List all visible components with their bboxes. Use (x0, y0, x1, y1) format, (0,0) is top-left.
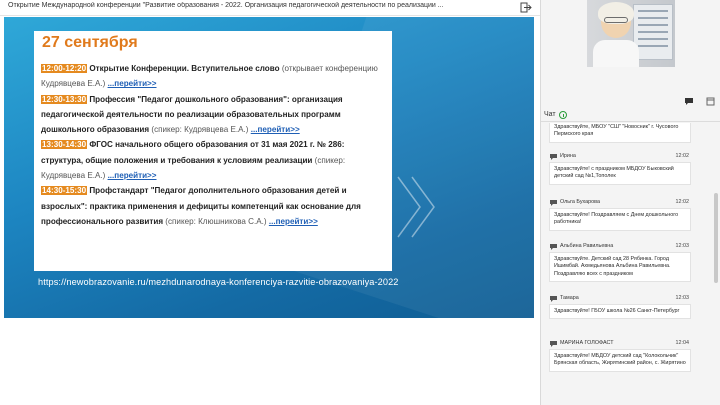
chat-message-text: Здравствуйте! с праздником МБДОУ Быковск… (549, 162, 691, 185)
speaker-glasses (604, 17, 628, 23)
chat-message-header: Тамара 12:03 (549, 295, 691, 304)
chat-header: Чат (541, 110, 720, 122)
schedule-link[interactable]: ...перейти>> (108, 79, 157, 88)
schedule-link[interactable]: ...перейти>> (251, 125, 300, 134)
chat-scroll-thumb[interactable] (714, 193, 718, 283)
chat-message-header: Ольга Бухарова 12:02 (549, 199, 691, 208)
schedule-time: 13:30-14:30 (41, 140, 88, 150)
chat-message-text: Здравствуйте! ГБОУ школа №26 Санкт-Петер… (549, 304, 691, 320)
chat-bubble-icon[interactable] (683, 96, 695, 106)
message-icon (550, 244, 557, 250)
title-bar: Открытие Международной конференции "Разв… (0, 0, 540, 16)
schedule-card: 27 сентября 12:00-12:20 Открытие Конфере… (34, 31, 392, 271)
message-icon (550, 154, 557, 160)
chat-message-text: Здравствуйте, МБОУ "СШ" "Новосник" г. Чу… (549, 123, 691, 143)
chat-message: Ирина 12:02 Здравствуйте! с праздником М… (549, 153, 691, 185)
chat-label: Чат (544, 111, 556, 118)
info-icon[interactable] (559, 111, 567, 119)
schedule-speaker: (спикер: Клюшникова С.А.) (165, 216, 267, 226)
chat-message: Ольга Бухарова 12:02 Здравствуйте! Поздр… (549, 199, 691, 231)
chat-message: Тамара 12:03 Здравствуйте! ГБОУ школа №2… (549, 295, 691, 320)
window-title: Открытие Международной конференции "Разв… (8, 2, 444, 9)
chat-message: МАРИНА ГОЛОФАСТ 12:04 Здравствуйте! МБДО… (549, 340, 691, 372)
chat-author: Ирина (560, 153, 576, 159)
chevron-decoration-icon (397, 176, 435, 238)
schedule-link[interactable]: ...перейти>> (108, 171, 157, 180)
conference-app: Открытие Международной конференции "Разв… (0, 0, 720, 405)
chat-author: Ольга Бухарова (560, 199, 600, 205)
chat-time: 12:02 (675, 199, 690, 205)
schedule-title: Открытие Конференции. Вступительное слов… (89, 64, 280, 73)
schedule-link[interactable]: ...перейти>> (269, 217, 318, 226)
chat-time: 12:04 (675, 340, 690, 346)
chat-message: Здравствуйте, МБОУ "СШ" "Новосник" г. Чу… (549, 123, 691, 143)
chat-message-header: Ирина 12:02 (549, 153, 691, 162)
chat-author: Тамара (560, 295, 579, 301)
schedule-time: 12:30-13:30 (41, 94, 88, 104)
message-icon (550, 296, 557, 302)
chat-message-text: Здравствуйте. Детский сад 28 Рябинка. Го… (549, 252, 691, 282)
schedule-title: ФГОС начального общего образования от 31… (41, 140, 345, 165)
schedule-list: 12:00-12:20 Открытие Конференции. Вступи… (41, 61, 386, 229)
window-icon[interactable] (704, 96, 716, 106)
chat-time: 12:02 (675, 153, 690, 159)
schedule-time: 12:00-12:20 (41, 64, 88, 73)
chat-scrollbar[interactable] (713, 123, 719, 405)
schedule-time: 14:30-15:30 (41, 186, 88, 196)
chat-message-text: Здравствуйте! МБДОУ детский сад "Колокол… (549, 349, 691, 372)
chat-time: 12:03 (675, 243, 690, 249)
chat-message-header: Альбина Равильевна 12:03 (549, 243, 691, 252)
chat-toolbar (541, 94, 720, 108)
exit-icon[interactable] (519, 1, 533, 14)
chat-time: 12:03 (675, 295, 690, 301)
schedule-speaker: (спикер: Кудрявцева Е.А.) (151, 125, 249, 135)
chat-messages: Здравствуйте, МБОУ "СШ" "Новосник" г. Чу… (541, 123, 720, 405)
chat-message-header: МАРИНА ГОЛОФАСТ 12:04 (549, 340, 691, 349)
message-icon (550, 200, 557, 206)
chat-author: МАРИНА ГОЛОФАСТ (560, 340, 614, 346)
side-panel: Чат Здравствуйте, МБОУ "СШ" "Новосник" г… (540, 0, 720, 405)
speaker-video (587, 0, 675, 67)
presentation-slide: 27 сентября 12:00-12:20 Открытие Конфере… (4, 17, 534, 318)
speaker-body (593, 40, 639, 67)
chat-author: Альбина Равильевна (560, 243, 614, 249)
video-poster (633, 4, 673, 60)
schedule-date: 27 сентября (42, 34, 138, 51)
chat-message-text: Здравствуйте! Поздравляем с Днем дошколь… (549, 208, 691, 231)
chat-message: Альбина Равильевна 12:03 Здравствуйте. Д… (549, 243, 691, 282)
message-icon (550, 341, 557, 347)
conference-url[interactable]: https://newobrazovanie.ru/mezhdunarodnay… (38, 277, 399, 287)
